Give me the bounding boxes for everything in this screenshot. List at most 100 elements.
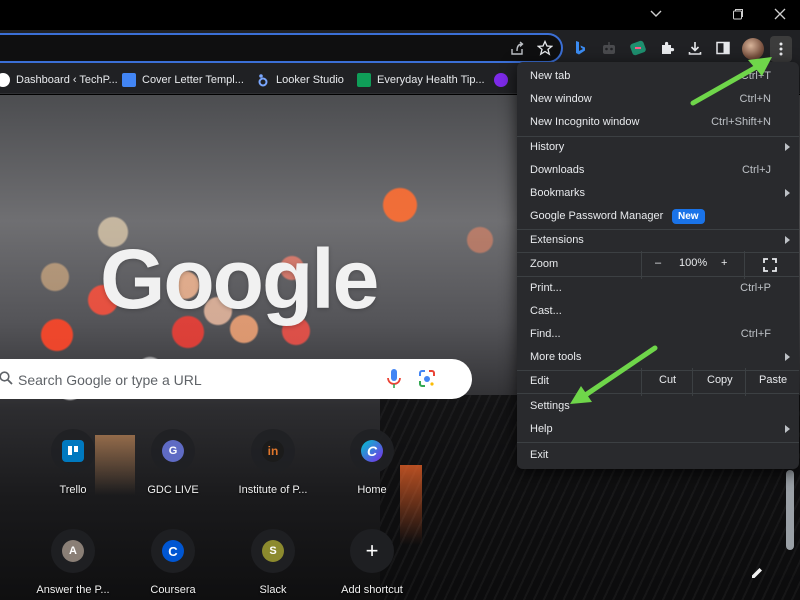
menu-item-shortcut: Ctrl+P xyxy=(740,282,771,294)
close-window-icon[interactable] xyxy=(760,0,800,28)
shortcut-answer[interactable]: A Answer the P... xyxy=(25,529,121,596)
microphone-icon[interactable] xyxy=(385,368,403,390)
trello-icon xyxy=(62,440,84,462)
zoom-divider xyxy=(744,251,745,279)
shortcut-tile xyxy=(51,429,95,473)
bookmark-everyday-health[interactable]: Everyday Health Tip... xyxy=(357,71,485,89)
menu-item-history[interactable]: History xyxy=(517,137,799,159)
menu-item-downloads[interactable]: Downloads Ctrl+J xyxy=(517,160,799,182)
submenu-arrow-icon xyxy=(785,189,790,197)
google-logo: Google xyxy=(100,232,379,326)
canva-icon xyxy=(494,73,508,87)
menu-item-label: New Incognito window xyxy=(530,116,640,128)
new-badge: New xyxy=(672,209,705,224)
menu-item-new-window[interactable]: New window Ctrl+N xyxy=(517,89,799,111)
menu-item-label: Google Password Manager xyxy=(530,210,664,222)
search-icon xyxy=(0,371,13,385)
page-scrollbar[interactable] xyxy=(786,470,794,550)
bookmark-label: Dashboard ‹ TechP... xyxy=(16,74,118,86)
menu-item-new-tab[interactable]: New tab Ctrl+T xyxy=(517,66,799,88)
tab-search-icon[interactable] xyxy=(636,0,676,28)
shortcut-slack[interactable]: S Slack xyxy=(225,529,321,596)
menu-item-label: More tools xyxy=(530,351,582,363)
google-lens-icon[interactable] xyxy=(418,369,436,389)
shortcut-label: Institute of P... xyxy=(238,484,308,496)
bookmark-canva[interactable] xyxy=(494,71,508,89)
shortcut-gdc-live[interactable]: G GDC LIVE xyxy=(125,429,221,496)
customize-pencil-icon[interactable] xyxy=(746,562,768,584)
shortcut-label: Trello xyxy=(59,484,87,496)
menu-item-new-incognito[interactable]: New Incognito window Ctrl+Shift+N xyxy=(517,112,799,134)
menu-item-label: Downloads xyxy=(530,164,585,176)
shortcut-tile: G xyxy=(151,429,195,473)
docs-icon xyxy=(122,73,136,87)
answer-icon: A xyxy=(62,540,84,562)
shortcut-coursera[interactable]: C Coursera xyxy=(125,529,221,596)
shortcut-trello[interactable]: Trello xyxy=(25,429,121,496)
side-panel-icon[interactable] xyxy=(713,38,733,58)
bookmark-looker-studio[interactable]: Looker Studio xyxy=(256,71,344,89)
shortcut-tile: C xyxy=(350,429,394,473)
menu-separator xyxy=(517,442,799,443)
menu-separator xyxy=(517,252,799,253)
menu-item-label: History xyxy=(530,141,565,153)
menu-item-password-manager[interactable]: Google Password Manager New xyxy=(517,206,799,228)
shortcut-add[interactable]: + Add shortcut xyxy=(324,529,420,596)
star-icon[interactable] xyxy=(535,38,555,58)
menu-item-label: New window xyxy=(530,93,592,105)
shortcut-institute[interactable]: in Institute of P... xyxy=(225,429,321,496)
paste-button[interactable]: Paste xyxy=(759,374,787,386)
menu-item-zoom: Zoom – 100% + xyxy=(517,251,799,279)
menu-item-label: New tab xyxy=(530,70,571,82)
bookmark-dashboard[interactable]: Dashboard ‹ TechP... xyxy=(0,71,118,89)
extension-robot-icon[interactable] xyxy=(599,38,619,58)
copy-button[interactable]: Copy xyxy=(707,374,733,386)
address-bar[interactable] xyxy=(0,33,563,63)
menu-item-bookmarks[interactable]: Bookmarks xyxy=(517,183,799,205)
looker-icon xyxy=(256,73,270,87)
shortcut-label: GDC LIVE xyxy=(147,484,199,496)
menu-item-label: Exit xyxy=(530,449,549,461)
bookmark-cover-letter[interactable]: Cover Letter Templ... xyxy=(122,71,244,89)
menu-item-shortcut: Ctrl+Shift+N xyxy=(711,116,771,128)
cut-button[interactable]: Cut xyxy=(659,374,676,386)
extensions-puzzle-icon[interactable] xyxy=(657,38,677,58)
shortcut-tile: in xyxy=(251,429,295,473)
share-icon[interactable] xyxy=(507,38,527,58)
menu-separator xyxy=(517,393,799,394)
shortcut-home[interactable]: C Home xyxy=(324,429,420,496)
menu-item-settings[interactable]: Settings xyxy=(517,396,799,418)
wordpress-icon xyxy=(0,73,10,87)
submenu-arrow-icon xyxy=(785,425,790,433)
menu-item-label: Help xyxy=(530,423,553,435)
profile-avatar[interactable] xyxy=(742,38,764,60)
menu-separator xyxy=(517,276,799,277)
menu-item-help[interactable]: Help xyxy=(517,419,799,441)
fullscreen-icon[interactable] xyxy=(763,258,777,275)
menu-item-exit[interactable]: Exit xyxy=(517,445,799,467)
extension-tag-icon[interactable] xyxy=(628,38,648,58)
submenu-arrow-icon xyxy=(785,353,790,361)
coursera-icon: C xyxy=(162,540,184,562)
menu-kebab-icon[interactable] xyxy=(770,36,792,62)
search-box[interactable]: Search Google or type a URL xyxy=(0,359,472,399)
restore-window-icon[interactable] xyxy=(718,0,758,28)
chrome-main-menu: New tab Ctrl+T New window Ctrl+N New Inc… xyxy=(517,62,799,469)
zoom-divider xyxy=(641,251,642,279)
menu-item-print[interactable]: Print... Ctrl+P xyxy=(517,278,799,300)
zoom-out-button[interactable]: – xyxy=(655,257,661,269)
zoom-in-button[interactable]: + xyxy=(721,257,727,269)
menu-item-cast[interactable]: Cast... xyxy=(517,301,799,323)
shortcut-tile: A xyxy=(51,529,95,573)
menu-item-more-tools[interactable]: More tools xyxy=(517,347,799,369)
menu-item-shortcut: Ctrl+F xyxy=(740,328,771,340)
menu-item-find[interactable]: Find... Ctrl+F xyxy=(517,324,799,346)
zoom-level: 100% xyxy=(679,257,708,269)
institute-icon: in xyxy=(262,440,284,462)
menu-item-shortcut: Ctrl+T xyxy=(740,70,771,82)
menu-item-extensions[interactable]: Extensions xyxy=(517,230,799,252)
title-bar xyxy=(0,0,800,30)
download-icon[interactable] xyxy=(685,38,705,58)
bing-icon[interactable] xyxy=(570,38,590,58)
shortcut-label: Add shortcut xyxy=(341,584,403,596)
